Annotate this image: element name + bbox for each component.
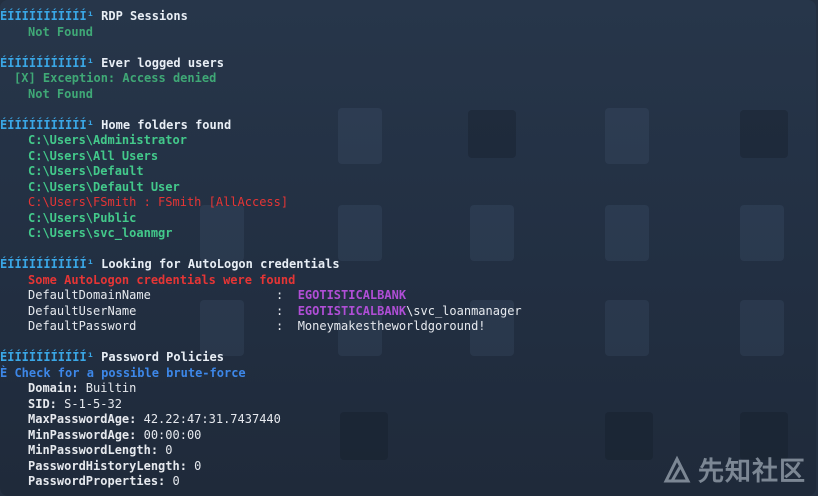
credential-row: DefaultPassword: Moneymakestheworldgorou…	[0, 319, 816, 335]
policy-value: 0	[186, 458, 202, 473]
folder-path: C:\Users\Default	[28, 164, 144, 178]
watermark: 先知社区	[662, 451, 806, 488]
desktop-background: ÉÍÍÍÍÍÍÍÍÍÍÍ¹ RDP Sessions Not Found ÉÍÍ…	[0, 0, 816, 496]
section-header-autologon: ÉÍÍÍÍÍÍÍÍÍÍÍ¹ Looking for AutoLogon cred…	[0, 257, 816, 273]
folder-path: C:\Users\Default User	[28, 179, 180, 194]
credential-value-highlight: EGOTISTICALBANK	[297, 288, 407, 302]
watermark-text: 先知社区	[697, 457, 806, 487]
terminal-output: ÉÍÍÍÍÍÍÍÍÍÍÍ¹ RDP Sessions Not Found ÉÍÍ…	[0, 0, 816, 496]
credential-value: \svc_loanmanager	[406, 303, 522, 318]
policy-value: 42.22:47:31.7437440	[136, 412, 281, 426]
policy-field: SID: S-1-5-32	[0, 397, 816, 413]
exception-text: [X] Exception: Access denied	[14, 71, 217, 85]
section-title: Password Policies	[101, 350, 224, 364]
section-header-ever-logged: ÉÍÍÍÍÍÍÍÍÍÍÍ¹ Ever logged users	[0, 56, 816, 72]
folder-path: C:\Users\All Users	[28, 148, 159, 163]
credential-key: DefaultDomainName	[28, 288, 151, 302]
policy-label: PasswordProperties:	[28, 474, 166, 488]
credential-separator: :	[276, 288, 284, 302]
policy-value: 0	[158, 443, 173, 457]
credential-row: DefaultDomainName: EGOTISTICALBANK	[0, 288, 816, 304]
credential-value-highlight: EGOTISTICALBANK	[297, 303, 407, 318]
status-text: Not Found	[28, 24, 94, 39]
folder-path: C:\Users\svc_loanmgr	[28, 226, 173, 240]
policy-value: Builtin	[78, 381, 137, 395]
policy-label: PasswordHistoryLength:	[28, 458, 187, 473]
policy-field: Domain: Builtin	[0, 381, 816, 397]
policy-value: S-1-5-32	[56, 396, 122, 411]
autologon-alert: Some AutoLogon credentials were found	[28, 272, 296, 287]
credential-value: Moneymakestheworldgoround!	[297, 319, 486, 333]
policy-value: 0	[165, 474, 180, 488]
policy-value: 00:00:00	[136, 427, 202, 442]
folder-path-highlight: C:\Users\FSmith : FSmith [AllAccess]	[28, 195, 289, 209]
section-title: RDP Sessions	[101, 9, 188, 23]
policy-label: MinPasswordAge:	[28, 427, 137, 442]
section-header-home-folders: ÉÍÍÍÍÍÍÍÍÍÍÍ¹ Home folders found	[0, 118, 816, 134]
credential-separator: :	[276, 303, 284, 318]
section-title: Home folders found	[101, 117, 232, 132]
credential-key: DefaultUserName	[28, 303, 137, 318]
section-bullet: ÉÍÍÍÍÍÍÍÍÍÍÍ¹	[0, 9, 94, 23]
policy-label: SID:	[28, 396, 57, 411]
credential-key: DefaultPassword	[28, 319, 137, 333]
section-header-password-policies: ÉÍÍÍÍÍÍÍÍÍÍÍ¹ Password Policies	[0, 350, 816, 366]
credential-row: DefaultUserName: EGOTISTICALBANK\svc_loa…	[0, 304, 816, 320]
section-bullet: ÉÍÍÍÍÍÍÍÍÍÍÍ¹	[0, 350, 94, 364]
section-bullet: ÉÍÍÍÍÍÍÍÍÍÍÍ¹	[0, 257, 94, 271]
policy-field: MinPasswordAge: 00:00:00	[0, 428, 816, 444]
brute-force-hint: È Check for a possible brute-force	[0, 365, 246, 380]
policy-label: Domain:	[28, 381, 79, 395]
folder-path: C:\Users\Administrator	[28, 133, 187, 147]
section-title: Ever logged users	[101, 55, 224, 70]
section-bullet: ÉÍÍÍÍÍÍÍÍÍÍÍ¹	[0, 117, 94, 132]
section-header-rdp: ÉÍÍÍÍÍÍÍÍÍÍÍ¹ RDP Sessions	[0, 9, 816, 25]
credential-separator: :	[276, 319, 284, 333]
status-text: Not Found	[28, 86, 94, 101]
xianzhi-logo-icon	[663, 455, 691, 482]
folder-path: C:\Users\Public	[28, 210, 137, 225]
section-title: Looking for AutoLogon credentials	[101, 257, 340, 271]
policy-label: MinPasswordLength:	[28, 443, 159, 457]
section-bullet: ÉÍÍÍÍÍÍÍÍÍÍÍ¹	[0, 55, 94, 70]
policy-label: MaxPasswordAge:	[28, 412, 137, 426]
policy-field: MaxPasswordAge: 42.22:47:31.7437440	[0, 412, 816, 428]
